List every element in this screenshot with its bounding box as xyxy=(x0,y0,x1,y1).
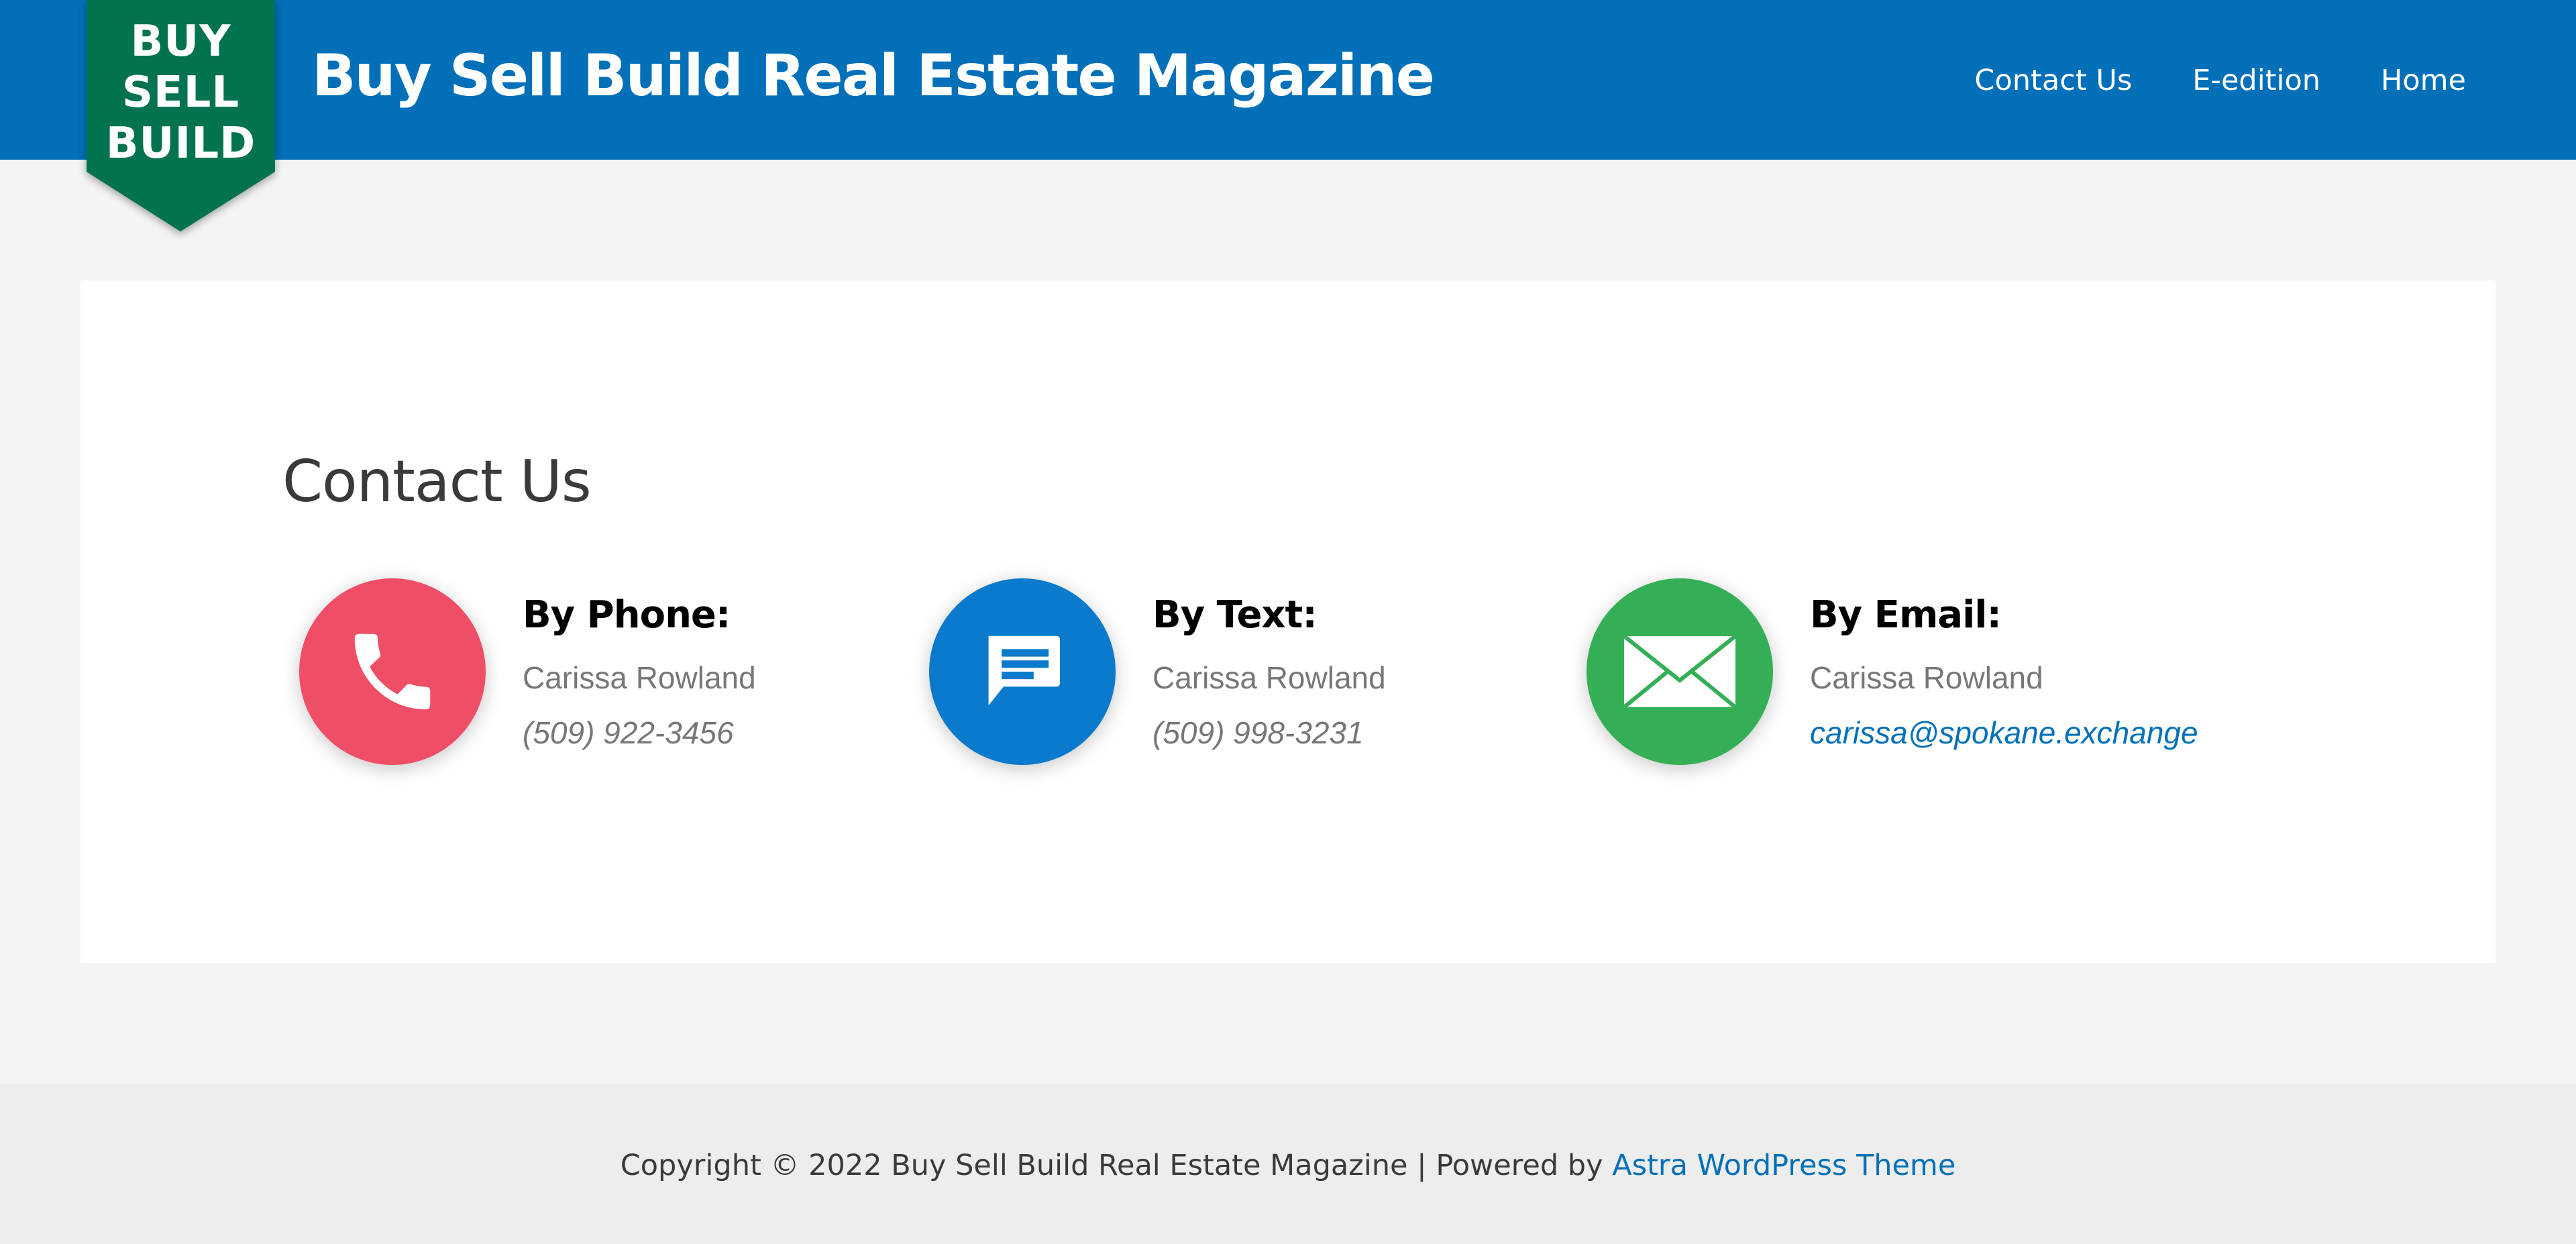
contact-name: Carissa Rowland xyxy=(523,660,756,695)
phone-number[interactable]: (509) 922-3456 xyxy=(523,713,734,753)
contact-name: Carissa Rowland xyxy=(1810,660,2043,695)
mail-icon xyxy=(1587,578,1773,765)
nav-e-edition[interactable]: E-edition xyxy=(2192,60,2320,101)
nav-home[interactable]: Home xyxy=(2381,60,2466,101)
site-header: BUY SELL BUILD Buy Sell Build Real Estat… xyxy=(0,0,2576,231)
contact-name: Carissa Rowland xyxy=(1152,660,1386,695)
page-title: Contact Us xyxy=(282,448,592,515)
contact-title: By Text: xyxy=(1152,593,1318,637)
site-logo[interactable]: BUY SELL BUILD xyxy=(87,0,275,231)
primary-nav: Contact Us E-edition Home xyxy=(1914,60,2466,101)
site-footer: Copyright © 2022 Buy Sell Build Real Est… xyxy=(0,1084,2576,1244)
nav-contact-us[interactable]: Contact Us xyxy=(1974,60,2132,101)
text-number[interactable]: (509) 998-3231 xyxy=(1152,713,1364,753)
content-card: Contact Us By Phone: Carissa Rowland (50… xyxy=(80,280,2496,963)
contact-title: By Email: xyxy=(1810,593,2002,637)
logo-text: BUY SELL BUILD xyxy=(87,16,275,169)
site-title[interactable]: Buy Sell Build Real Estate Magazine xyxy=(312,39,1435,113)
email-link[interactable]: carissa@spokane.exchange xyxy=(1810,713,2198,753)
phone-icon xyxy=(299,578,486,765)
logo-line-buy: BUY xyxy=(130,17,231,66)
footer-copyright: Copyright © 2022 Buy Sell Build Real Est… xyxy=(0,1145,2576,1186)
contact-title: By Phone: xyxy=(523,593,731,637)
theme-link[interactable]: Astra WordPress Theme xyxy=(1612,1149,1955,1182)
logo-line-build: BUILD xyxy=(105,119,256,168)
message-icon xyxy=(929,578,1116,765)
copyright-text: Copyright © 2022 Buy Sell Build Real Est… xyxy=(620,1149,1613,1182)
logo-line-sell: SELL xyxy=(121,68,240,117)
